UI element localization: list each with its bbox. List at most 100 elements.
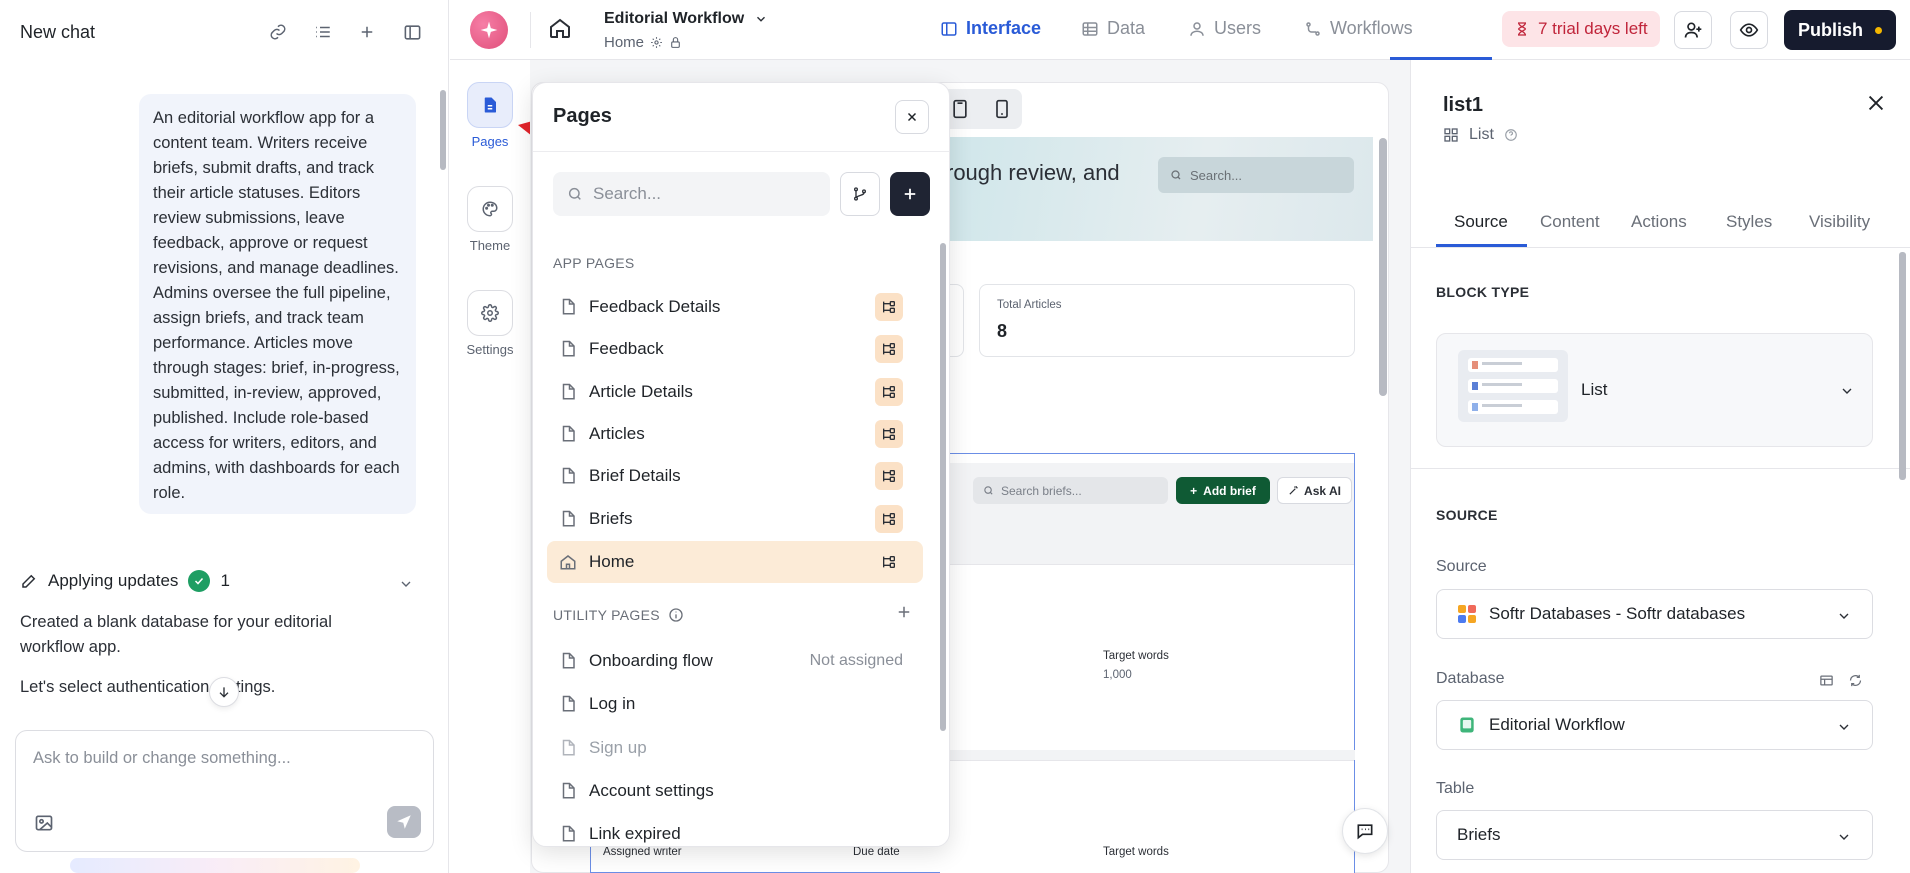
- tab-interface[interactable]: Interface: [940, 18, 1041, 39]
- home-icon[interactable]: [548, 16, 572, 40]
- file-icon: [562, 340, 575, 357]
- chat-input[interactable]: Ask to build or change something...: [15, 730, 434, 852]
- page-row-onboarding[interactable]: Onboarding flow Not assigned: [547, 640, 923, 682]
- add-utility-page-button[interactable]: [895, 603, 913, 621]
- table-icon: [1082, 21, 1098, 36]
- chevron-down-icon[interactable]: [398, 576, 414, 592]
- rail-item-settings[interactable]: Settings: [466, 290, 514, 357]
- publish-button[interactable]: Publish: [1784, 10, 1896, 50]
- layout-icon: [941, 21, 957, 36]
- flow-icon[interactable]: [875, 335, 903, 363]
- help-icon[interactable]: [1504, 128, 1518, 142]
- flow-icon[interactable]: [875, 548, 903, 576]
- block-type-value: List: [1581, 380, 1608, 399]
- page-row-login[interactable]: Log in: [547, 683, 923, 725]
- table-dropdown[interactable]: Briefs: [1436, 810, 1873, 860]
- table-view-icon[interactable]: [1819, 673, 1834, 688]
- chat-icon: [1357, 824, 1373, 840]
- file-icon: [562, 383, 575, 400]
- info-icon[interactable]: [668, 607, 684, 623]
- invite-user-button[interactable]: [1674, 11, 1712, 49]
- page-row-link-expired[interactable]: Link expired: [547, 813, 923, 846]
- app-pages-label: APP PAGES: [553, 255, 635, 271]
- rail-item-theme[interactable]: Theme: [466, 186, 514, 253]
- page-name: Article Details: [589, 382, 693, 401]
- page-row-home[interactable]: Home: [547, 541, 923, 583]
- search-briefs-input[interactable]: Search briefs...: [973, 477, 1168, 504]
- flow-icon[interactable]: [875, 293, 903, 321]
- tab-styles[interactable]: Styles: [1726, 212, 1772, 232]
- ask-ai-button[interactable]: Ask AI: [1277, 477, 1352, 504]
- tab-content[interactable]: Content: [1540, 212, 1600, 232]
- tab-data-label: Data: [1107, 18, 1146, 38]
- database-value: Editorial Workflow: [1489, 715, 1625, 734]
- trial-text: 7 trial days left: [1538, 19, 1648, 38]
- pages-scrollbar[interactable]: [940, 243, 946, 731]
- tab-users[interactable]: Users: [1188, 18, 1261, 39]
- support-chat-button[interactable]: [1342, 808, 1388, 854]
- preview-scrollbar[interactable]: [1379, 138, 1387, 396]
- new-chat-icon[interactable]: [355, 20, 379, 44]
- page-row-account-settings[interactable]: Account settings: [547, 770, 923, 812]
- chat-scrollbar[interactable]: [440, 90, 446, 170]
- tab-data[interactable]: Data: [1081, 18, 1145, 39]
- preview-button[interactable]: [1730, 11, 1768, 49]
- flow-icon[interactable]: [875, 505, 903, 533]
- chat-panel: New chat An editorial workflow app for a…: [0, 0, 449, 873]
- chevron-down-icon[interactable]: [1839, 383, 1855, 399]
- branch-button[interactable]: [840, 172, 880, 216]
- database-dropdown[interactable]: Editorial Workflow: [1436, 700, 1873, 750]
- applying-updates[interactable]: Applying updates 1: [20, 570, 230, 592]
- pages-search-input[interactable]: Search...: [553, 172, 830, 216]
- top-bar: Editorial Workflow Home Interface Data U…: [450, 0, 1910, 60]
- page-row-brief-details[interactable]: Brief Details: [547, 455, 923, 497]
- tab-users-label: Users: [1214, 18, 1262, 38]
- assistant-message-2: Let's select authentication settings.: [20, 678, 276, 696]
- scroll-down-button[interactable]: [209, 677, 239, 707]
- tab-source[interactable]: Source: [1454, 212, 1508, 232]
- ai-sparkle-icon[interactable]: [470, 11, 508, 49]
- source-label: Source: [1436, 558, 1487, 575]
- close-inspector-button[interactable]: [1865, 92, 1887, 114]
- add-brief-button[interactable]: + Add brief: [1176, 477, 1270, 504]
- app-menu-chevron-icon[interactable]: [754, 12, 768, 26]
- image-upload-icon[interactable]: [34, 813, 54, 833]
- add-page-button[interactable]: [890, 172, 930, 216]
- flow-icon[interactable]: [875, 378, 903, 406]
- page-row-feedback[interactable]: Feedback: [547, 328, 923, 370]
- palette-icon: [467, 186, 513, 232]
- add-brief-label: Add brief: [1203, 483, 1256, 498]
- divider: [533, 151, 949, 152]
- search-icon: [1171, 170, 1181, 180]
- list-icon[interactable]: [311, 20, 335, 44]
- tablet-icon[interactable]: [950, 98, 970, 120]
- sidebar-toggle-icon[interactable]: [400, 20, 424, 44]
- flow-icon[interactable]: [875, 462, 903, 490]
- tab-visibility[interactable]: Visibility: [1809, 212, 1870, 232]
- tab-workflows[interactable]: Workflows: [1304, 18, 1413, 39]
- inspector-scrollbar[interactable]: [1899, 252, 1906, 480]
- page-row-signup[interactable]: Sign up: [547, 727, 923, 769]
- app-title[interactable]: Editorial Workflow: [604, 10, 744, 28]
- table-label: Table: [1436, 780, 1475, 797]
- page-row-feedback-details[interactable]: Feedback Details: [547, 286, 923, 328]
- trial-badge[interactable]: 7 trial days left: [1502, 11, 1660, 47]
- send-button[interactable]: [387, 806, 421, 838]
- flow-icon[interactable]: [875, 420, 903, 448]
- mobile-icon[interactable]: [992, 98, 1012, 120]
- pencil-icon: [22, 574, 36, 588]
- close-pages-button[interactable]: [895, 100, 929, 134]
- link-icon[interactable]: [266, 20, 290, 44]
- chevron-down-icon: [1839, 724, 1849, 730]
- target-words-label-2: Target words: [1103, 846, 1169, 858]
- page-row-articles[interactable]: Articles: [547, 413, 923, 455]
- refresh-icon[interactable]: [1848, 673, 1863, 688]
- hero-search[interactable]: Search...: [1158, 157, 1354, 193]
- tab-actions[interactable]: Actions: [1631, 212, 1687, 232]
- source-dropdown[interactable]: Softr Databases - Softr databases: [1436, 589, 1873, 639]
- page-row-article-details[interactable]: Article Details: [547, 371, 923, 413]
- softr-logo-icon: [1458, 605, 1476, 623]
- page-row-briefs[interactable]: Briefs: [547, 498, 923, 540]
- current-page-name: Home: [604, 34, 645, 51]
- rail-item-pages[interactable]: Pages: [466, 82, 514, 149]
